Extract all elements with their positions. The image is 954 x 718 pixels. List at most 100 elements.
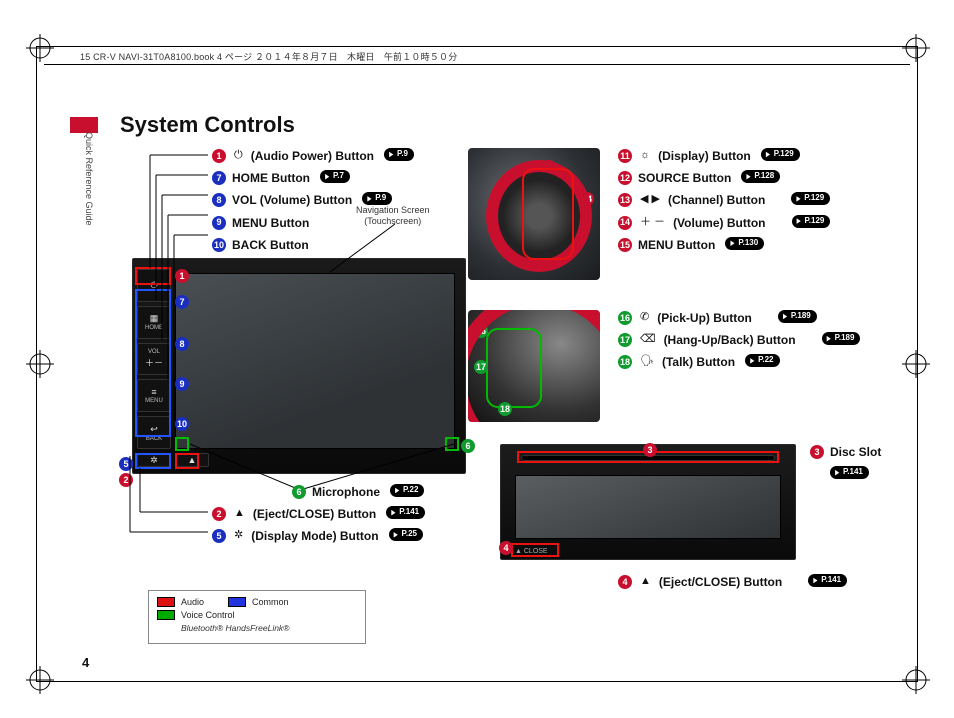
page-ref[interactable]: P.141: [808, 574, 847, 587]
nav-touchscreen[interactable]: [175, 273, 455, 449]
callout-badge: 7: [212, 171, 226, 185]
callout-num-icon: 12: [542, 208, 556, 222]
section-bar: [70, 117, 98, 133]
crop-mark-icon: [902, 350, 930, 378]
nav-unit-figure: ⏻ ▦HOME VOL＋－ ≡MENU ↩BACK ✲ ▲ 1 7 8 9 10…: [132, 258, 466, 474]
steering-wheel-right-figure: 11 14 13 12 15: [468, 148, 600, 280]
callout-item-9: 9 MENU Button: [212, 215, 462, 231]
callout-badge: 5: [212, 529, 226, 543]
disc-close-label[interactable]: ▲ CLOSE: [515, 548, 548, 555]
display-mode-button[interactable]: ✲: [137, 453, 171, 467]
callout-num-icon: 15: [542, 252, 556, 266]
header-meta: 15 CR-V NAVI-31T0A8100.book 4 ページ ２０１４年８…: [80, 50, 457, 63]
eject-icon: ▲: [234, 506, 245, 521]
callout-num-icon: 3: [643, 443, 657, 457]
callout-num-icon: 8: [175, 337, 189, 351]
callout-item-10: 10 BACK Button: [212, 237, 462, 253]
callout-badge: 2: [212, 507, 226, 521]
callout-num-icon: 9: [175, 377, 189, 391]
vol-button[interactable]: VOL＋－: [137, 343, 171, 376]
menu-button-label: MENU: [145, 398, 163, 404]
callout-num-icon: 10: [175, 417, 189, 431]
vol-button-label: VOL: [148, 349, 160, 355]
eject-icon: ▲: [640, 574, 651, 589]
page-ref[interactable]: P.7: [320, 170, 350, 183]
callout-badge: 17: [618, 333, 632, 347]
highlight-box: [522, 168, 574, 260]
page-ref[interactable]: P.22: [745, 354, 779, 367]
callout-num-icon: 11: [542, 160, 556, 174]
callout-badge: 10: [212, 238, 226, 252]
callout-label: (Eject/CLOSE) Button: [253, 506, 376, 522]
callout-item-14: 14 ＋ － (Volume) Button P.129: [618, 215, 898, 231]
back-button[interactable]: ↩BACK: [137, 416, 171, 449]
pickup-icon: ✆: [640, 310, 649, 325]
callout-num-icon: 4: [499, 541, 513, 555]
disc-callout-list: 3 Disc Slot P.141: [810, 444, 930, 485]
callout-item-5: 5 ✲ (Display Mode) Button P.25: [212, 528, 472, 544]
back-button-label: BACK: [146, 436, 162, 442]
page-ref[interactable]: P.9: [384, 148, 414, 161]
page-ref[interactable]: P.22: [390, 484, 424, 497]
left-callout-list: 1 ⏻ (Audio Power) Button P.9 7 HOME Butt…: [212, 148, 462, 259]
power-button[interactable]: ⏻: [137, 269, 171, 302]
highlight-box: [486, 328, 542, 408]
page-title: System Controls: [120, 112, 295, 138]
disc-screen: [515, 475, 781, 539]
callout-label: (Audio Power) Button: [251, 148, 374, 164]
page-ref[interactable]: P.189: [778, 310, 817, 323]
callout-badge: 8: [212, 193, 226, 207]
page-ref[interactable]: P.129: [792, 215, 831, 228]
display-mode-icon: ✲: [234, 528, 243, 543]
callout-item-12: 12 SOURCE Button P.128: [618, 170, 898, 186]
page-ref[interactable]: P.129: [761, 148, 800, 161]
callout-badge: 18: [618, 355, 632, 369]
legend-label: Voice Control: [181, 610, 235, 620]
page-ref[interactable]: P.129: [791, 192, 830, 205]
callout-item-11: 11 ☼ (Display) Button P.129: [618, 148, 898, 164]
page-ref[interactable]: P.25: [389, 528, 423, 541]
callout-badge: 16: [618, 311, 632, 325]
disc-unit-figure: ▲ CLOSE 3 4: [500, 444, 796, 560]
page-ref[interactable]: P.189: [822, 332, 861, 345]
legend-subtext: Bluetooth® HandsFreeLink®: [181, 623, 357, 633]
page-ref[interactable]: P.141: [830, 466, 869, 479]
right-callout-list-a: 11 ☼ (Display) Button P.129 12 SOURCE Bu…: [618, 148, 898, 259]
crop-mark-icon: [26, 34, 54, 62]
page-ref[interactable]: P.9: [362, 192, 392, 205]
legend-row-voice: Voice Control: [157, 610, 357, 620]
callout-label: MENU Button: [232, 215, 309, 231]
callout-badge: 1: [212, 149, 226, 163]
callout-label: VOL (Volume) Button: [232, 192, 352, 208]
callout-num-icon: 7: [175, 295, 189, 309]
callout-num-icon: 18: [498, 402, 512, 416]
below-callout-list: 6 Microphone P.22 2 ▲ (Eject/CLOSE) Butt…: [212, 484, 472, 551]
page-ref[interactable]: P.130: [725, 237, 764, 250]
page-ref[interactable]: P.141: [386, 506, 425, 519]
menu-button[interactable]: ≡MENU: [137, 379, 171, 412]
callout-badge: 3: [810, 445, 824, 459]
legend-label: Audio: [181, 597, 204, 607]
swatch-red: [157, 597, 175, 607]
callout-badge: 6: [292, 485, 306, 499]
callout-item-2: 2 ▲ (Eject/CLOSE) Button P.141: [212, 506, 472, 522]
callout-label: SOURCE Button: [638, 170, 731, 186]
callout-label: (Display) Button: [658, 148, 751, 164]
channel-icon: ◀ ▶: [640, 192, 660, 207]
callout-label: Disc Slot: [830, 444, 881, 460]
home-button[interactable]: ▦HOME: [137, 306, 171, 339]
callout-num-icon: 2: [119, 473, 133, 487]
callout-num-icon: 6: [461, 439, 475, 453]
legend-box: Audio Common Voice Control Bluetooth® Ha…: [148, 590, 366, 644]
callout-label: (Talk) Button: [662, 354, 735, 370]
callout-item-4: 4 ▲ (Eject/CLOSE) Button P.141: [618, 574, 898, 590]
callout-label: BACK Button: [232, 237, 309, 253]
callout-label: (Channel) Button: [668, 192, 765, 208]
eject-button[interactable]: ▲: [175, 453, 209, 467]
callout-item-1: 1 ⏻ (Audio Power) Button P.9: [212, 148, 462, 164]
callout-num-icon: 14: [580, 192, 594, 206]
callout-badge: 11: [618, 149, 632, 163]
callout-label: (Hang-Up/Back) Button: [664, 332, 796, 348]
page-ref[interactable]: P.128: [741, 170, 780, 183]
callout-badge: 13: [618, 193, 632, 207]
